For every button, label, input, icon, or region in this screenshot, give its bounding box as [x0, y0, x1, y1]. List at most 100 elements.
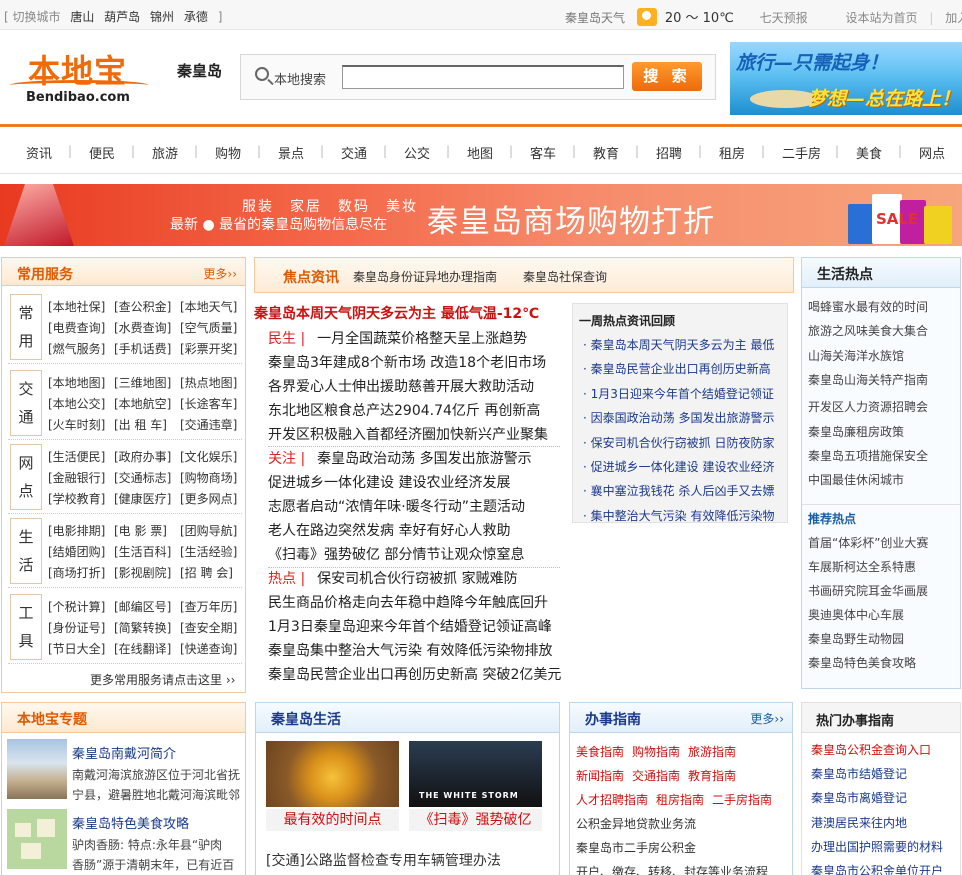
service-link[interactable]: [结婚团购] [48, 543, 105, 560]
news-item[interactable]: 东北地区粮食总产达2904.74亿斤 再创新高 [268, 400, 540, 420]
news-item[interactable]: 热点 | 保安司机合伙行窃被抓 家贼难防 [268, 568, 518, 588]
guide-link[interactable]: 人才招聘指南 [576, 791, 648, 808]
focus-headline[interactable]: 秦皇岛本周天气阴天多云为主 最低气温-12℃ [254, 303, 539, 323]
guide-link[interactable]: 购物指南 [632, 743, 680, 760]
service-link[interactable]: [节日大全] [48, 640, 105, 657]
hot-guide-item[interactable]: 秦皇岛市结婚登记 [811, 765, 907, 782]
service-link[interactable]: [出 租 车] [114, 416, 167, 433]
news-item[interactable]: 志愿者启动“浓情年味·暖冬行动”主题活动 [268, 496, 525, 516]
movie-poster-image[interactable]: THE WHITE STORM [409, 741, 542, 807]
weekly-item[interactable]: · 1月3日迎来今年首个结婚登记领证 [583, 385, 774, 402]
news-text[interactable]: 秦皇岛民营企业出口再创历史新高 突破2亿美元 [268, 667, 561, 683]
topic-image-beach[interactable] [7, 739, 67, 799]
service-link[interactable]: [生活经验] [180, 543, 237, 560]
service-link[interactable]: [生活便民] [48, 448, 105, 465]
nav-bus[interactable]: 公交 [404, 143, 430, 162]
weekly-text[interactable]: 保安司机合伙行窃被抓 日防夜防家 [591, 436, 775, 450]
nav-jobs[interactable]: 招聘 [656, 143, 682, 162]
service-link[interactable]: [电费查询] [48, 319, 105, 336]
service-link[interactable]: [长途客车] [180, 395, 237, 412]
service-link[interactable]: [火车时刻] [48, 416, 105, 433]
service-link[interactable]: [电影排期] [48, 522, 105, 539]
weekly-item[interactable]: · 集中整治大气污染 有效降低污染物 [583, 507, 774, 524]
news-text[interactable]: 民生商品价格走向去年稳中趋降今年触底回升 [268, 595, 548, 611]
life-hot-item[interactable]: 旅游之风味美食大集合 [808, 322, 928, 339]
service-link[interactable]: [交通标志] [114, 469, 171, 486]
news-item[interactable]: 秦皇岛集中整治大气污染 有效降低污染物排放 [268, 640, 552, 660]
nav-traffic[interactable]: 交通 [341, 143, 367, 162]
weekly-text[interactable]: 秦皇岛民营企业出口再创历史新高 [591, 362, 771, 376]
guide-link[interactable]: 美食指南 [576, 743, 624, 760]
city-link-huludao[interactable]: 葫芦岛 [104, 10, 140, 24]
service-link[interactable]: [商场打折] [48, 564, 105, 581]
weather-label[interactable]: 秦皇岛天气 [565, 11, 625, 25]
service-link[interactable]: [团购导航] [180, 522, 237, 539]
weekly-text[interactable]: 秦皇岛本周天气阴天多云为主 最低 [591, 338, 775, 352]
life-hot-item[interactable]: 开发区人力资源招聘会 [808, 398, 928, 415]
service-link[interactable]: [燃气服务] [48, 340, 105, 357]
weekly-text[interactable]: 1月3日迎来今年首个结婚登记领证 [591, 387, 774, 401]
service-link[interactable]: [简繁转换] [114, 619, 171, 636]
guide-link[interactable]: 交通指南 [632, 767, 680, 784]
nav-scenic[interactable]: 景点 [278, 143, 304, 162]
service-link[interactable]: [交通违章] [180, 416, 237, 433]
service-link[interactable]: [本地地图] [48, 374, 105, 391]
service-link[interactable]: [金融银行] [48, 469, 105, 486]
nav-education[interactable]: 教育 [593, 143, 619, 162]
news-text[interactable]: 开发区积极融入首都经济圈加快新兴产业聚集 [268, 427, 548, 443]
news-item[interactable]: 民生 | 一月全国蔬菜价格整天呈上涨趋势 [268, 328, 527, 348]
nav-coach[interactable]: 客车 [530, 143, 556, 162]
service-link[interactable]: [快递查询] [180, 640, 237, 657]
travel-ad[interactable]: 旅行—只需起身！ 梦想—总在路上！ [730, 42, 962, 115]
news-text[interactable]: 秦皇岛3年建成8个新市场 改造18个老旧市场 [268, 355, 546, 371]
forecast-link[interactable]: 七天预报 [760, 11, 808, 25]
service-link[interactable]: [彩票开奖] [180, 340, 237, 357]
weekly-item[interactable]: · 促进城乡一体化建设 建设农业经济 [583, 458, 774, 475]
honey-image[interactable] [266, 741, 399, 807]
news-tag[interactable]: 热点 | [268, 571, 305, 587]
nav-outlets[interactable]: 网点 [919, 143, 945, 162]
guide-link[interactable]: 二手房指南 [712, 791, 772, 808]
news-text[interactable]: 一月全国蔬菜价格整天呈上涨趋势 [317, 331, 527, 347]
nav-food[interactable]: 美食 [856, 143, 882, 162]
news-tag[interactable]: 民生 | [268, 331, 305, 347]
service-link[interactable]: [空气质量] [180, 319, 237, 336]
weekly-item[interactable]: · 秦皇岛本周天气阴天多云为主 最低 [583, 336, 774, 353]
life-hot-item[interactable]: 中国最佳休闲城市 [808, 471, 904, 488]
logo[interactable]: 本地宝 Bendibao.com [10, 46, 150, 110]
service-link[interactable]: [个税计算] [48, 598, 105, 615]
news-text[interactable]: 东北地区粮食总产达2904.74亿斤 再创新高 [268, 403, 540, 419]
recommend-item[interactable]: 奥迪奥体中心车展 [808, 606, 904, 623]
weekly-text[interactable]: 因泰国政治动荡 多国发出旅游警示 [591, 411, 775, 425]
news-tag[interactable]: 关注 | [268, 451, 305, 467]
focus-link-social[interactable]: 秦皇岛社保查询 [523, 268, 607, 285]
service-link[interactable]: [查安全期] [180, 619, 237, 636]
hot-guide-item[interactable]: 秦皇岛市离婚登记 [811, 789, 907, 806]
shopping-banner[interactable]: 服装 家居 数码 美妆 最新 ● 最省的秦皇岛购物信息尽在 秦皇岛商场购物打折 … [0, 184, 962, 246]
recommend-item[interactable]: 秦皇岛野生动物园 [808, 630, 904, 647]
news-item[interactable]: 促进城乡一体化建设 建设农业经济发展 [268, 472, 510, 492]
hot-guide-item[interactable]: 秦皇岛公积金查询入口 [811, 741, 931, 758]
guide-plain-link[interactable]: 秦皇岛市二手房公积金 [576, 839, 696, 856]
caption-honey[interactable]: 最有效的时间点 [266, 809, 399, 831]
focus-link-id[interactable]: 秦皇岛身份证异地办理指南 [353, 268, 497, 285]
city-link-tangshan[interactable]: 唐山 [70, 10, 94, 24]
guide-plain-link[interactable]: 公积金异地贷款业务流 [576, 815, 696, 832]
news-item[interactable]: 开发区积极融入首都经济圈加快新兴产业聚集 [268, 424, 548, 444]
city-link-jinzhou[interactable]: 锦州 [150, 10, 174, 24]
weekly-item[interactable]: · 秦皇岛民营企业出口再创历史新高 [583, 360, 771, 377]
services-footer-link[interactable]: 更多常用服务请点击这里 ›› [90, 671, 235, 688]
recommend-item[interactable]: 首届“体彩杯”创业大赛 [808, 534, 928, 551]
search-input[interactable] [342, 65, 624, 89]
switch-city-label[interactable]: [ 切换城市 [4, 10, 61, 24]
service-link[interactable]: [水费查询] [114, 319, 171, 336]
service-link[interactable]: [影视剧院] [114, 564, 171, 581]
weekly-text[interactable]: 襄中塞泣我钱花 杀人后凶手又去嫖 [591, 484, 775, 498]
guide-link[interactable]: 新闻指南 [576, 767, 624, 784]
news-text[interactable]: 1月3日秦皇岛迎来今年首个结婚登记领证高峰 [268, 619, 552, 635]
service-link[interactable]: [电 影 票] [114, 522, 167, 539]
guide-more-link[interactable]: 更多›› [750, 710, 784, 727]
news-item[interactable]: 《扫毒》强势破亿 部分情节让观众惊窒息 [268, 544, 524, 564]
news-text[interactable]: 保安司机合伙行窃被抓 家贼难防 [317, 571, 517, 587]
topic-title-beach[interactable]: 秦皇岛南戴河简介 [72, 743, 176, 762]
